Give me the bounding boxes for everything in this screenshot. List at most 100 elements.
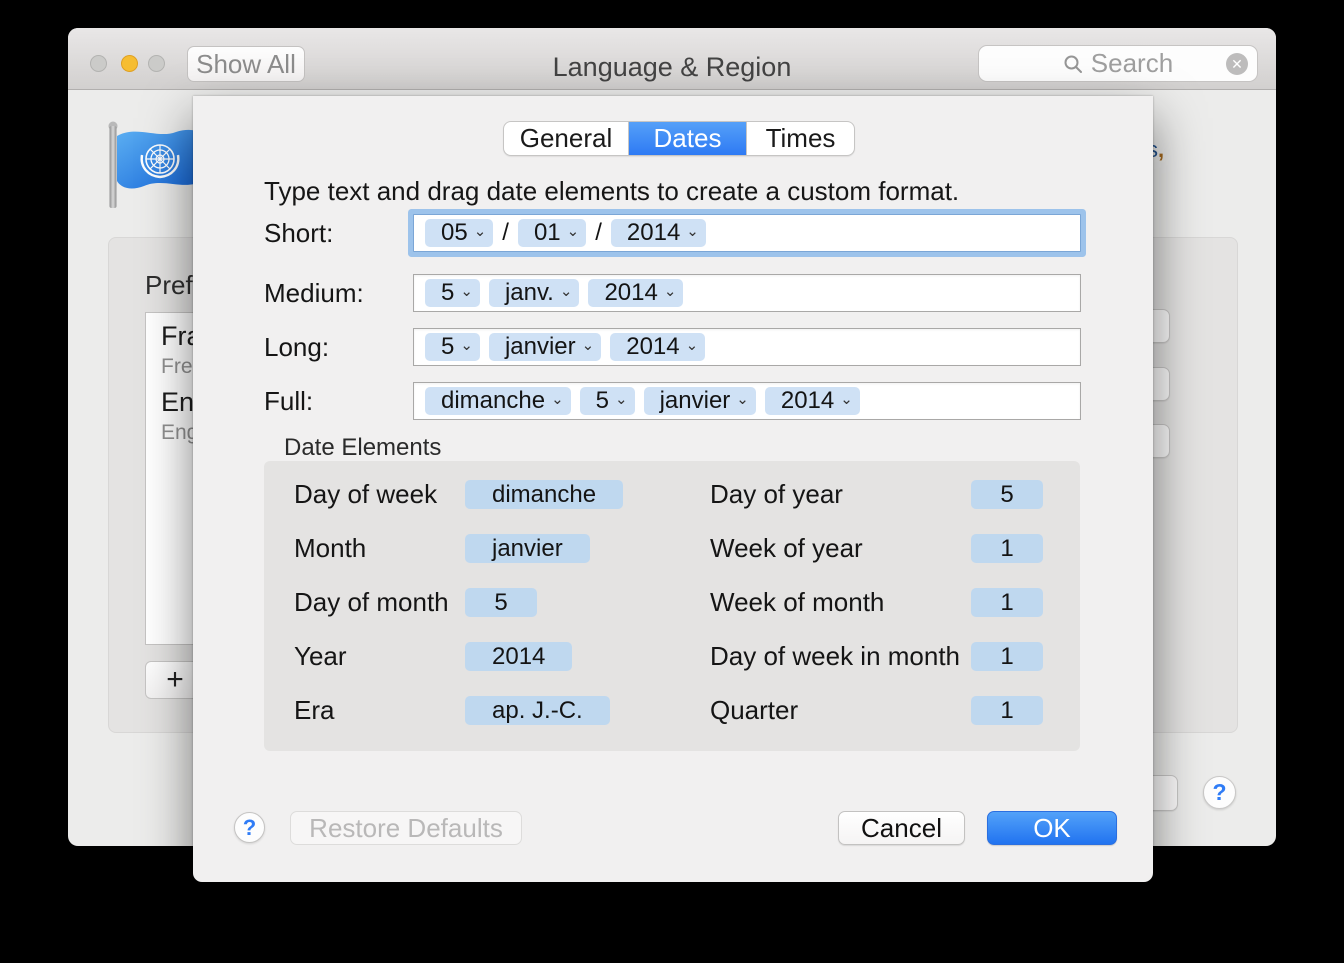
sheet-help-button[interactable]: ? — [234, 812, 265, 843]
date-element-row: Week of month 1 — [710, 588, 1043, 617]
date-element-token[interactable]: 1 — [971, 534, 1043, 563]
chevron-down-icon: ⌄ — [736, 390, 749, 408]
date-element-label: Month — [294, 533, 465, 564]
tab-dates[interactable]: Dates — [629, 122, 747, 155]
date-elements-left-column: Day of weekdimancheMonthjanvierDay of mo… — [294, 461, 689, 725]
date-token-text: 2014 — [626, 333, 679, 361]
date-element-token[interactable]: janvier — [465, 534, 590, 563]
date-element-token[interactable]: 1 — [971, 696, 1043, 725]
medium-format-field[interactable]: 5⌄janv.⌄2014⌄ — [413, 274, 1081, 312]
date-element-row: Quarter 1 — [710, 696, 1043, 725]
search-icon — [1063, 54, 1083, 74]
date-element-row: Week of year 1 — [710, 534, 1043, 563]
medium-format-row: Medium:5⌄janv.⌄2014⌄ — [264, 274, 1081, 312]
date-element-label: Era — [294, 695, 465, 726]
date-element-token[interactable]: 5 — [971, 480, 1043, 509]
date-token[interactable]: 01 ⌄ — [518, 219, 586, 247]
date-elements-box: Day of weekdimancheMonthjanvierDay of mo… — [264, 461, 1080, 751]
search-clear-icon[interactable]: ✕ — [1226, 53, 1248, 75]
medium-format-label: Medium: — [264, 278, 413, 309]
date-token[interactable]: 05 ⌄ — [425, 219, 493, 247]
separator-text: / — [502, 219, 509, 247]
date-token-text: 5 — [441, 279, 454, 307]
date-token[interactable]: dimanche⌄ — [425, 387, 571, 415]
date-token[interactable]: 2014 ⌄ — [610, 333, 705, 361]
date-token[interactable]: janv. ⌄ — [489, 279, 580, 307]
date-element-label: Day of week — [294, 479, 465, 510]
long-format-row: Long:5⌄janvier⌄2014⌄ — [264, 328, 1081, 366]
long-format-label: Long: — [264, 332, 413, 363]
restore-defaults-button[interactable]: Restore Defaults — [290, 811, 522, 845]
date-elements-right-column: Day of year5Week of year1Week of month1D… — [710, 461, 1043, 725]
short-format-field[interactable]: 05 ⌄ / 01 ⌄ / 2014 ⌄ — [413, 214, 1081, 252]
date-token-text: 2014 — [604, 279, 657, 307]
date-token-text: 2014 — [627, 219, 680, 247]
date-element-token[interactable]: 1 — [971, 642, 1043, 671]
short-format-row: Short: 05 ⌄ / 01 ⌄ / 2014 ⌄ — [264, 214, 1081, 252]
date-element-label: Year — [294, 641, 465, 672]
full-format-field[interactable]: dimanche⌄5⌄janvier⌄2014⌄ — [413, 382, 1081, 420]
chevron-down-icon: ⌄ — [664, 282, 677, 300]
instruction-text: Type text and drag date elements to crea… — [264, 176, 959, 207]
date-element-label: Quarter — [710, 695, 798, 726]
date-element-row: Day of week in month 1 — [710, 642, 1043, 671]
tab-general[interactable]: General — [504, 122, 629, 155]
date-element-label: Week of month — [710, 587, 884, 618]
chevron-down-icon: ⌄ — [686, 222, 699, 240]
chevron-down-icon: ⌄ — [840, 390, 853, 408]
full-format-row: Full:dimanche⌄5⌄janvier⌄2014⌄ — [264, 382, 1081, 420]
date-token-text: 05 — [441, 219, 468, 247]
date-element-label: Day of week in month — [710, 641, 960, 672]
date-token[interactable]: 5⌄ — [580, 387, 635, 415]
date-element-row: Day of month5 — [294, 588, 689, 617]
short-format-label: Short: — [264, 218, 413, 249]
date-token[interactable]: 2014 ⌄ — [588, 279, 683, 307]
custom-date-format-sheet: GeneralDatesTimes Type text and drag dat… — [193, 96, 1153, 882]
date-element-row: Eraap. J.-C. — [294, 696, 689, 725]
cancel-button[interactable]: Cancel — [838, 811, 965, 845]
titlebar: Show All Language & Region Search ✕ — [68, 28, 1276, 90]
date-element-label: Week of year — [710, 533, 863, 564]
date-element-label: Day of year — [710, 479, 843, 510]
date-element-label: Day of month — [294, 587, 465, 618]
date-token-text: 2014 — [781, 387, 834, 415]
date-token[interactable]: 5⌄ — [425, 333, 480, 361]
date-element-token[interactable]: ap. J.-C. — [465, 696, 610, 725]
separator-text: / — [595, 219, 602, 247]
chevron-down-icon: ⌄ — [615, 390, 628, 408]
date-token-text: 5 — [441, 333, 454, 361]
date-element-token[interactable]: 1 — [971, 588, 1043, 617]
date-token[interactable]: janvier ⌄ — [489, 333, 601, 361]
date-elements-title: Date Elements — [284, 434, 441, 462]
ok-button[interactable]: OK — [987, 811, 1117, 845]
chevron-down-icon: ⌄ — [551, 390, 564, 408]
search-input[interactable]: Search ✕ — [978, 45, 1258, 82]
date-token-text: janvier — [660, 387, 731, 415]
chevron-down-icon: ⌄ — [567, 222, 580, 240]
chevron-down-icon: ⌄ — [460, 336, 473, 354]
date-token-text: janv. — [505, 279, 554, 307]
chevron-down-icon: ⌄ — [460, 282, 473, 300]
chevron-down-icon: ⌄ — [582, 336, 595, 354]
date-element-token[interactable]: dimanche — [465, 480, 623, 509]
date-token-text: 01 — [534, 219, 561, 247]
date-token-text: 5 — [596, 387, 609, 415]
date-element-token[interactable]: 2014 — [465, 642, 572, 671]
date-token[interactable]: 2014 ⌄ — [765, 387, 860, 415]
date-token[interactable]: 5⌄ — [425, 279, 480, 307]
date-element-row: Year2014 — [294, 642, 689, 671]
chevron-down-icon: ⌄ — [686, 336, 699, 354]
date-element-token[interactable]: 5 — [465, 588, 537, 617]
plus-icon: + — [154, 662, 196, 698]
date-token[interactable]: 2014 ⌄ — [611, 219, 706, 247]
date-token-text: janvier — [505, 333, 576, 361]
date-element-row: Monthjanvier — [294, 534, 689, 563]
tab-times[interactable]: Times — [747, 122, 854, 155]
window-help-button[interactable]: ? — [1203, 776, 1236, 809]
chevron-down-icon: ⌄ — [474, 222, 487, 240]
chevron-down-icon: ⌄ — [560, 282, 573, 300]
search-placeholder: Search — [1091, 48, 1173, 79]
long-format-field[interactable]: 5⌄janvier⌄2014⌄ — [413, 328, 1081, 366]
date-token[interactable]: janvier ⌄ — [644, 387, 756, 415]
date-element-row: Day of weekdimanche — [294, 480, 689, 509]
